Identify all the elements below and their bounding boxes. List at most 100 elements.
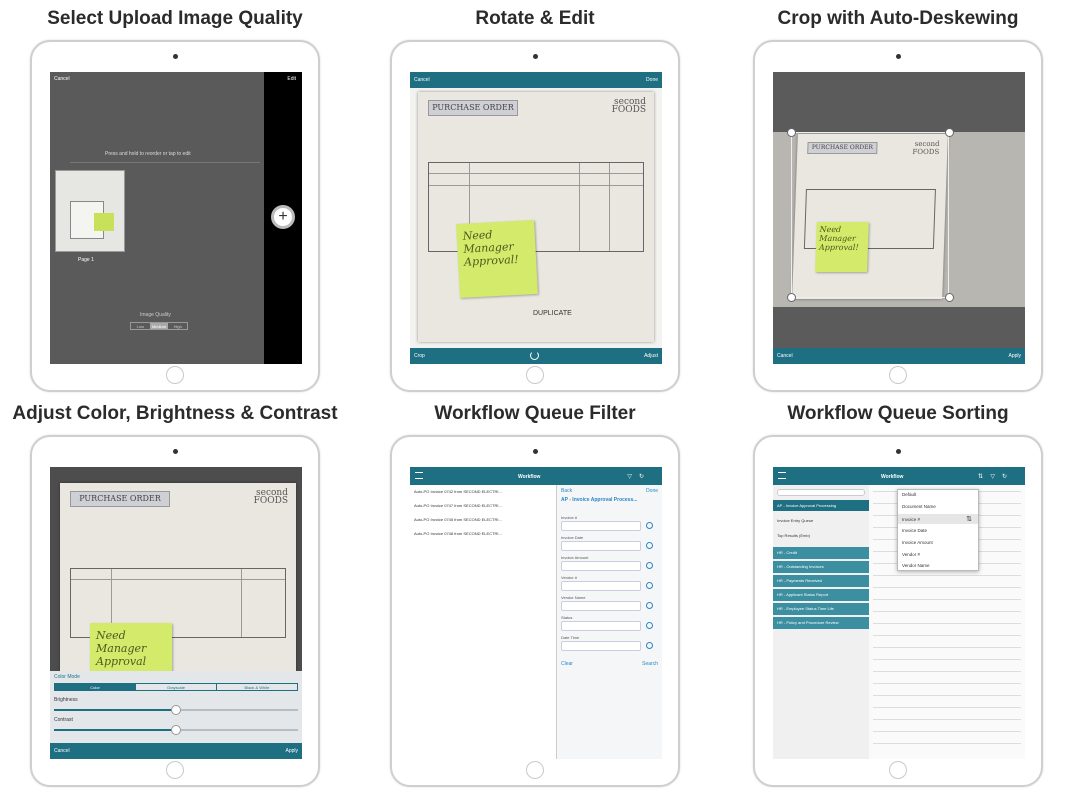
status-field[interactable] (561, 621, 641, 631)
menu-icon[interactable] (415, 472, 423, 479)
field-label: Vendor Name (561, 595, 586, 600)
sidebar-search[interactable] (777, 489, 865, 496)
panel-queue-sorting: Workflow Queue Sorting Workflow ⇅ ▽ ↻ AP… (728, 395, 1068, 790)
quality-segmented-control[interactable]: Low Medium High (130, 322, 188, 330)
add-icon[interactable] (646, 522, 653, 529)
vendor-name-field[interactable] (561, 601, 641, 611)
edit-button[interactable]: Edit (287, 76, 296, 82)
crop-handle-bl[interactable] (787, 293, 796, 302)
sidebar-item[interactable]: HR - Credit (773, 547, 869, 559)
ipad-frame: PURCHASE ORDER second FOODS Need Manager… (30, 435, 320, 787)
queue-sidebar: AP - Invoice Approval Processing Invoice… (773, 485, 869, 759)
screen: Workflow ▽ ↻ Auto-PO Invoice 0742 from S… (410, 467, 662, 759)
contrast-slider[interactable] (54, 725, 298, 735)
document-image: PURCHASE ORDER second FOODS Need Manager… (60, 483, 296, 673)
cancel-button[interactable]: Cancel (777, 353, 793, 359)
home-button (166, 366, 184, 384)
sidebar-item[interactable]: HR - Employee Status Time Life (773, 603, 869, 615)
side-rail: Edit + (264, 72, 302, 364)
mode-bw[interactable]: Black & White (216, 684, 297, 690)
sort-icon[interactable]: ⇅ (978, 473, 983, 480)
contrast-thumb[interactable] (171, 725, 181, 735)
add-icon[interactable] (646, 622, 653, 629)
sidebar-item[interactable]: Invoice Entry Queue (773, 515, 869, 526)
crop-handle-br[interactable] (945, 293, 954, 302)
sidebar-item[interactable]: Top Results (Emb) (773, 530, 869, 541)
screen: PURCHASE ORDER second FOODS Need Manager… (773, 72, 1025, 364)
apply-button[interactable]: Apply (1008, 353, 1021, 359)
sort-option[interactable]: Invoice Amount (902, 540, 933, 545)
sidebar-item[interactable]: HR - Policy and Procedure Review (773, 617, 869, 629)
sticky-note: Need Manager Approval! (456, 220, 538, 298)
date-time-field[interactable] (561, 641, 641, 651)
home-button (889, 761, 907, 779)
field-label: Vendor # (561, 575, 578, 580)
cancel-button[interactable]: Cancel (414, 77, 430, 83)
brightness-thumb[interactable] (171, 705, 181, 715)
ipad-frame: Cancel Done PURCHASE ORDER second FOODS … (390, 40, 680, 392)
sidebar-item[interactable]: AP - Invoice Approval Processing (773, 500, 869, 511)
done-button[interactable]: Done (646, 488, 658, 494)
rotate-icon[interactable] (530, 351, 539, 360)
mode-grayscale[interactable]: Grayscale (135, 684, 216, 690)
crop-frame[interactable] (791, 132, 949, 298)
ipad-frame: Workflow ⇅ ▽ ↻ AP - Invoice Approval Pro… (753, 435, 1043, 787)
hint-text: Press and hold to reorder or tap to edit (105, 151, 191, 157)
apply-button[interactable]: Apply (285, 748, 298, 754)
quality-medium[interactable]: Medium (149, 323, 169, 329)
done-button[interactable]: Done (646, 77, 658, 83)
ipad-frame: Workflow ▽ ↻ Auto-PO Invoice 0742 from S… (390, 435, 680, 787)
filter-icon[interactable]: ▽ (627, 473, 632, 480)
invoice-number-field[interactable] (561, 521, 641, 531)
add-icon[interactable] (646, 542, 653, 549)
crop-handle-tl[interactable] (787, 128, 796, 137)
quality-low[interactable]: Low (131, 323, 150, 329)
cancel-button[interactable]: Cancel (54, 748, 70, 754)
field-label: Invoice Date (561, 535, 584, 540)
menu-icon[interactable] (778, 472, 786, 479)
sidebar-item[interactable]: HR - Applicant Status Report (773, 589, 869, 601)
vendor-number-field[interactable] (561, 581, 641, 591)
list-item[interactable]: Auto-PO Invoice 0748 from SECOND ELECTRI… (414, 531, 502, 542)
clear-button[interactable]: Clear (561, 661, 573, 667)
color-mode-control[interactable]: Color Grayscale Black & White (54, 683, 298, 691)
add-icon[interactable] (646, 582, 653, 589)
capture-icon[interactable]: + (271, 205, 295, 229)
invoice-amount-field[interactable] (561, 561, 641, 571)
sort-option[interactable]: Document Name (902, 504, 936, 509)
sort-option-selected[interactable]: Invoice # ⇅ (898, 514, 978, 524)
queue-list: Auto-PO Invoice 0742 from SECOND ELECTRI… (410, 485, 556, 759)
doc-header: PURCHASE ORDER (428, 100, 518, 116)
add-icon[interactable] (646, 642, 653, 649)
filter-icon[interactable]: ▽ (990, 473, 995, 480)
sidebar-item[interactable]: HR - Outstanding Invoices (773, 561, 869, 573)
sort-option[interactable]: Default (902, 492, 916, 497)
panel-title: Workflow Queue Filter (434, 403, 636, 424)
sidebar-item[interactable]: HR - Payments Received (773, 575, 869, 587)
adjust-button[interactable]: Adjust (644, 353, 658, 359)
panel-rotate-edit: Rotate & Edit Cancel Done PURCHASE ORDER… (365, 0, 705, 395)
brightness-slider[interactable] (54, 705, 298, 715)
sort-option[interactable]: Invoice Date (902, 528, 927, 533)
list-item[interactable]: Auto-PO Invoice 0742 from SECOND ELECTRI… (414, 489, 502, 500)
add-icon[interactable] (646, 602, 653, 609)
search-button[interactable]: Search (642, 661, 658, 667)
back-button[interactable]: Back (561, 488, 572, 494)
color-mode-label: Color Mode (54, 674, 80, 680)
invoice-date-field[interactable] (561, 541, 641, 551)
panel-title: Adjust Color, Brightness & Contrast (12, 403, 338, 424)
mode-color[interactable]: Color (55, 684, 135, 690)
page-thumbnail[interactable] (55, 170, 125, 252)
crop-handle-tr[interactable] (945, 128, 954, 137)
list-item[interactable]: Auto-PO Invoice 0745 from SECOND ELECTRI… (414, 517, 502, 528)
refresh-icon[interactable]: ↻ (1002, 473, 1007, 480)
list-item[interactable]: Auto-PO Invoice 0747 from SECOND ELECTRI… (414, 503, 502, 514)
cancel-button[interactable]: Cancel (54, 76, 70, 82)
sort-direction-icon[interactable]: ⇅ (966, 515, 972, 523)
quality-high[interactable]: High (168, 323, 187, 329)
add-icon[interactable] (646, 562, 653, 569)
sort-option[interactable]: Vendor Name (902, 563, 930, 568)
refresh-icon[interactable]: ↻ (639, 473, 644, 480)
sort-option[interactable]: Vendor # (902, 552, 920, 557)
crop-button[interactable]: Crop (414, 353, 425, 359)
